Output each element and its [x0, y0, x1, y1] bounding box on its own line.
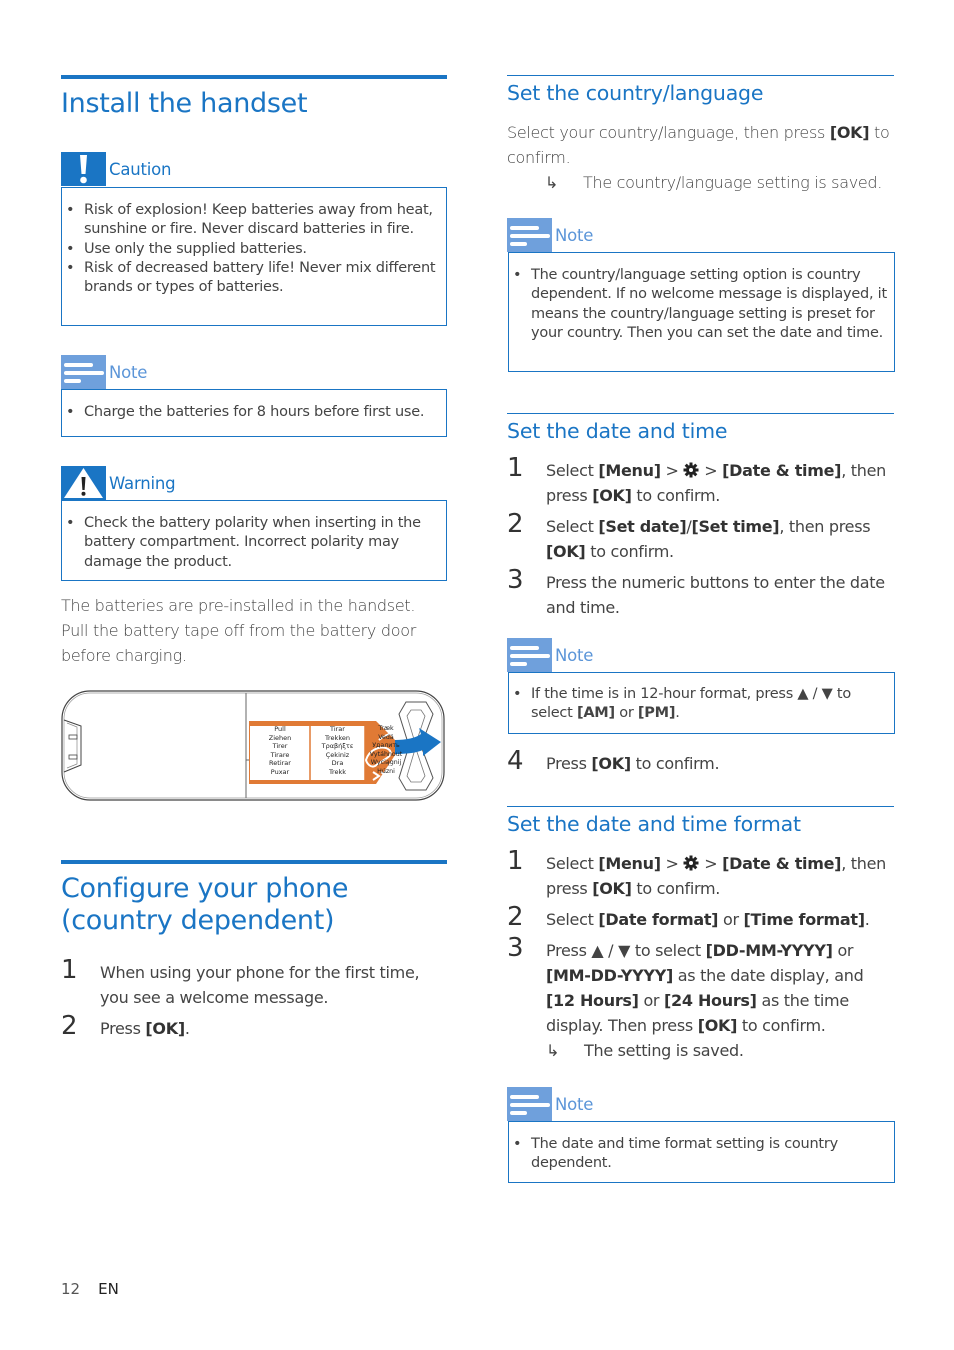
section-rule: [507, 75, 894, 76]
list-item: Risk of decreased battery life! Never mi…: [62, 259, 446, 298]
configure-section: Configure your phone (country dependent): [61, 860, 447, 937]
list-item: Check the battery polarity when insertin…: [62, 514, 446, 572]
country-title: Set the country/language: [507, 81, 764, 105]
gear-icon: [683, 855, 699, 871]
install-title: Install the handset: [61, 88, 308, 119]
note-icon: [507, 218, 552, 252]
note-list: The country/language setting option is c…: [509, 266, 894, 343]
tape-labels-col1: Pull Ziehen Tirer Tirare Retirar Puxar: [268, 725, 292, 776]
datetime-note-box: If the time is in 12-hour format, press …: [508, 672, 895, 734]
note-label: Note: [555, 226, 594, 245]
format-note-box: The date and time format setting is coun…: [508, 1121, 895, 1183]
page-footer: 12 EN: [61, 1280, 119, 1298]
note-label: Note: [109, 363, 148, 382]
format-section: Set the date and time format: [507, 806, 894, 837]
note-label: Note: [555, 1095, 594, 1114]
language-code: EN: [98, 1280, 119, 1298]
tape-labels-col3: Træk Vedä Удалить Vytáhnout Wyciągnij Hú…: [369, 725, 403, 775]
warning-list: Check the battery polarity when insertin…: [62, 514, 446, 572]
exclamation-icon: [61, 152, 106, 186]
list-item: Use only the supplied batteries.: [62, 240, 446, 260]
list-item: If the time is in 12-hour format, press …: [509, 685, 894, 724]
caution-label: Caution: [109, 160, 172, 179]
caution-header: Caution: [61, 152, 447, 186]
gear-icon: [683, 462, 699, 478]
note-icon: [61, 355, 106, 389]
caution-box: Risk of explosion! Keep batteries away f…: [61, 187, 447, 326]
country-text: Select your country/language, then press…: [507, 123, 890, 167]
datetime-title: Set the date and time: [507, 419, 728, 443]
caution-list: Risk of explosion! Keep batteries away f…: [62, 201, 446, 297]
section-rule: [61, 860, 447, 864]
configure-title: Configure your phone (country dependent): [61, 873, 349, 936]
list-item: The date and time format setting is coun…: [509, 1135, 894, 1174]
note-box: Charge the batteries for 8 hours before …: [61, 389, 447, 437]
tape-labels-col2: Tirar Trekken Τραβήξτε Çekiniz Dra Trekk: [321, 725, 354, 776]
note-header: Note: [507, 1087, 894, 1121]
country-section: Set the country/language Select your cou…: [507, 75, 894, 195]
note-header: Note: [507, 218, 894, 252]
handset-illustration: Pull Ziehen Tirer Tirare Retirar Puxar T…: [61, 690, 445, 802]
battery-paragraph: The batteries are pre-installed in the h…: [61, 596, 416, 665]
warning-box: Check the battery polarity when insertin…: [61, 500, 447, 581]
result-arrow-icon: ↳: [546, 1041, 560, 1060]
datetime-section: Set the date and time: [507, 413, 894, 444]
note-icon: [507, 1087, 552, 1121]
note-header: Note: [61, 355, 447, 389]
page-number: 12: [61, 1280, 81, 1298]
install-section: Install the handset: [61, 75, 447, 120]
note-header: Note: [507, 638, 894, 672]
note-icon: [507, 638, 552, 672]
list-item: Charge the batteries for 8 hours before …: [62, 403, 446, 423]
section-rule: [61, 75, 447, 79]
section-rule: [507, 413, 894, 414]
warning-triangle-icon: [61, 466, 106, 500]
note-list: Charge the batteries for 8 hours before …: [62, 403, 446, 423]
list-item: Risk of explosion! Keep batteries away f…: [62, 201, 446, 240]
note-list: If the time is in 12-hour format, press …: [509, 685, 894, 724]
warning-label: Warning: [109, 474, 176, 493]
format-title: Set the date and time format: [507, 812, 801, 836]
note-label: Note: [555, 646, 594, 665]
result-arrow-icon: ↳: [545, 173, 559, 192]
list-item: The country/language setting option is c…: [509, 266, 894, 343]
country-result: ↳ The country/language setting is saved.: [507, 170, 894, 195]
country-note-box: The country/language setting option is c…: [508, 252, 895, 372]
section-rule: [507, 806, 894, 807]
warning-header: Warning: [61, 466, 447, 500]
note-list: The date and time format setting is coun…: [509, 1135, 894, 1174]
